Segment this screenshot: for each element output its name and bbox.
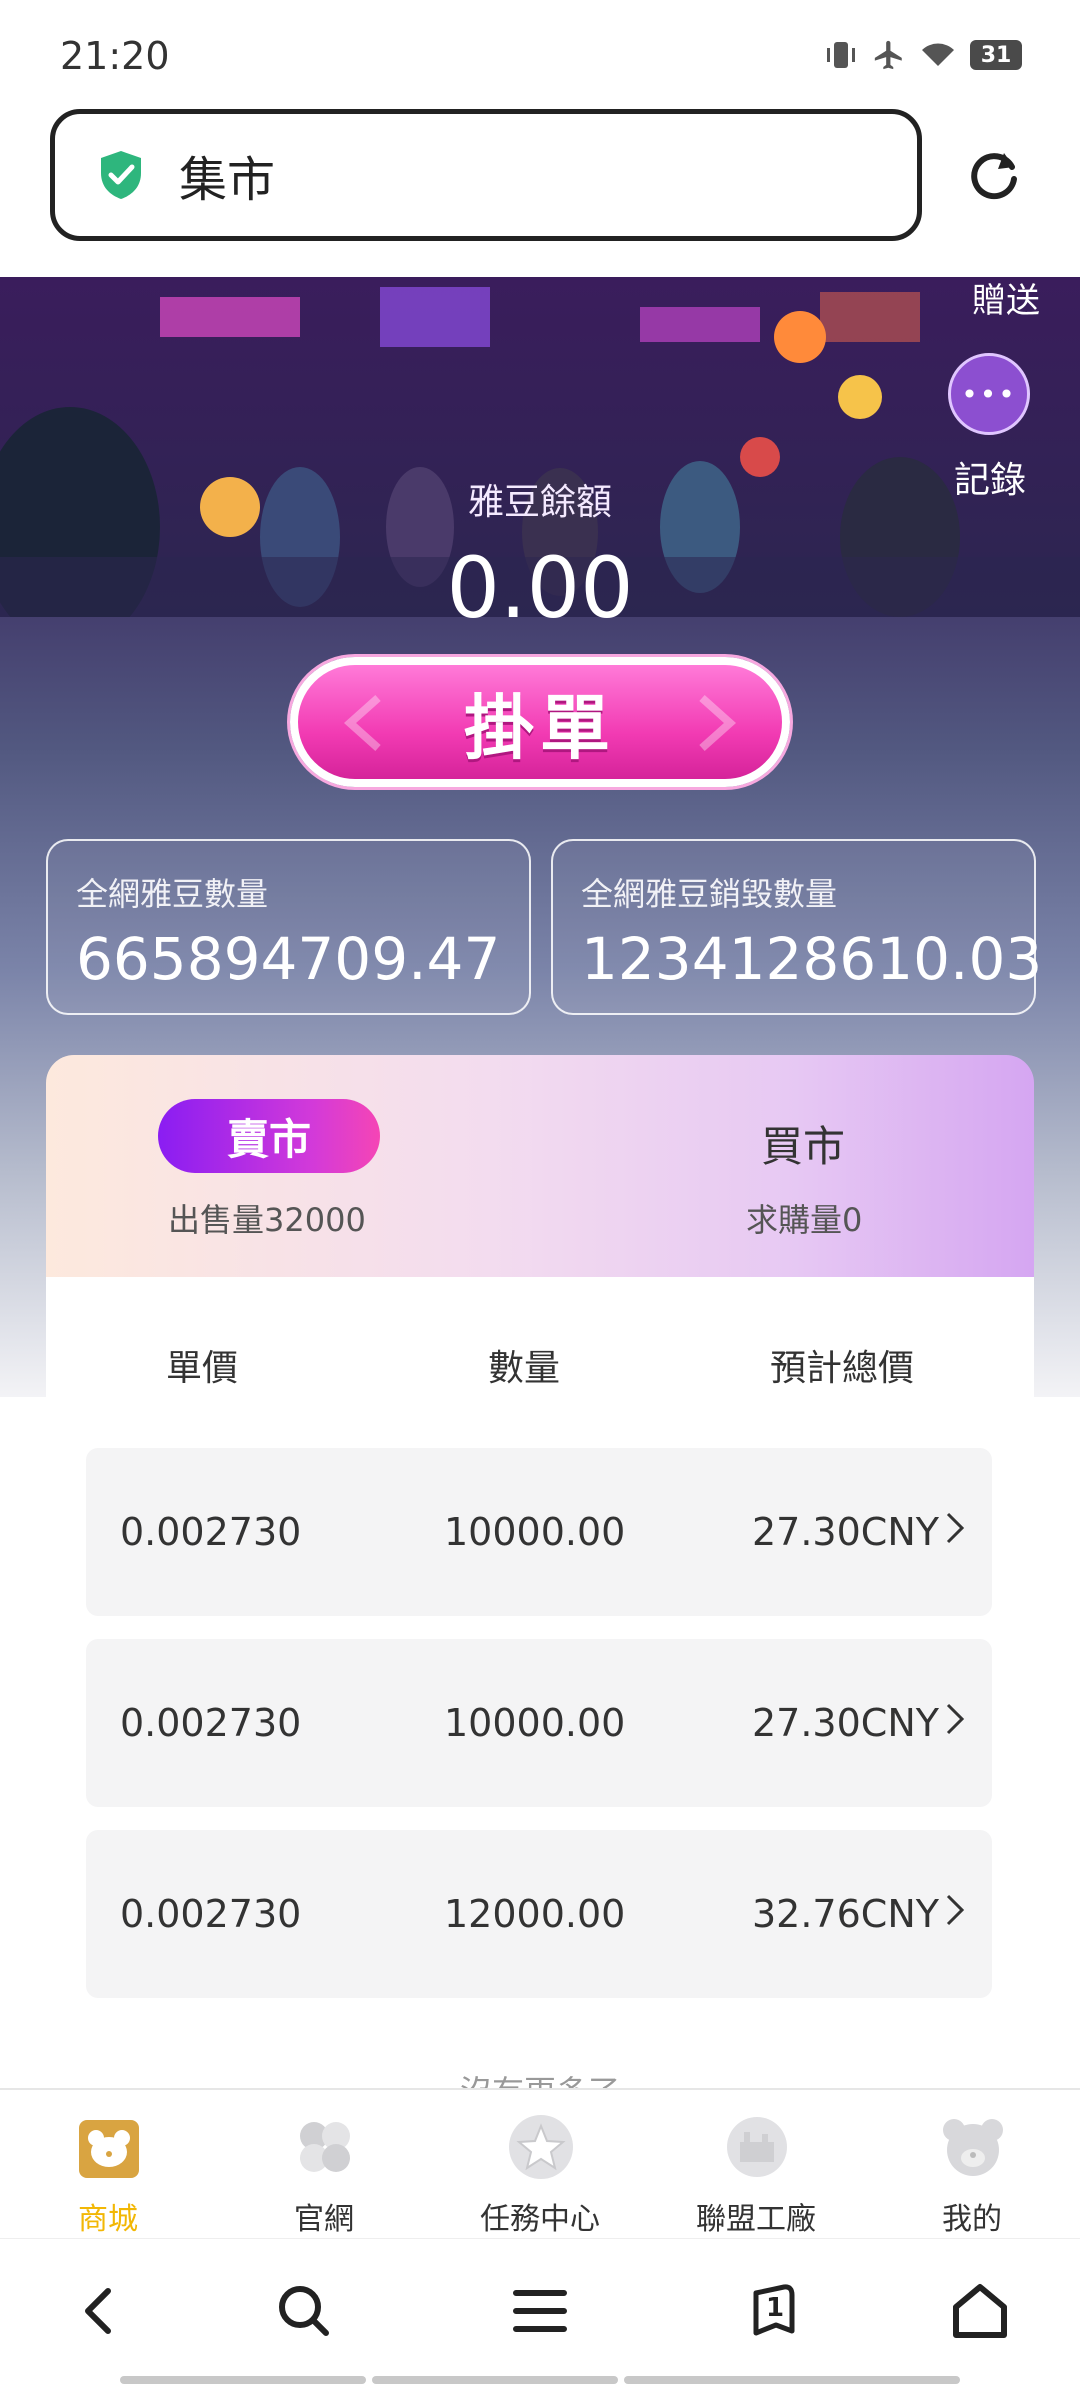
reload-icon[interactable] <box>964 145 1024 205</box>
tab-label: 聯盟工廠 <box>696 2202 816 2237</box>
sell-volume: 出售量32000 <box>168 1201 366 1239</box>
chevron-right-decor-icon <box>699 695 737 751</box>
balance-label: 雅豆餘額 <box>467 482 612 523</box>
gesture-bar <box>372 2376 618 2384</box>
tab-count: 1 <box>766 2293 785 2323</box>
tabs-button[interactable]: 1 <box>744 2279 808 2343</box>
bear-shop-icon <box>79 2120 139 2178</box>
clover-icon <box>300 2122 350 2172</box>
airplane-icon <box>874 40 902 70</box>
vibrate-icon <box>827 42 855 68</box>
app-tabbar: 商城 官網 任務中心 聯盟工廠 我的 <box>0 2088 1080 2238</box>
post-order-button[interactable]: 掛單 <box>290 657 790 787</box>
tab-label: 我的 <box>942 2202 1002 2237</box>
tab-label: 官網 <box>294 2202 354 2237</box>
gesture-bar <box>624 2376 960 2384</box>
gesture-bar <box>120 2376 366 2384</box>
order-row[interactable]: 0.002730 10000.00 27.30CNY <box>86 1639 992 1807</box>
factory-icon <box>727 2117 787 2177</box>
more-dots-icon: ••• <box>961 377 1017 411</box>
menu-icon[interactable] <box>508 2279 572 2343</box>
status-icons: 31 <box>824 38 1022 72</box>
tab-profile[interactable]: 我的 <box>864 2090 1080 2240</box>
market-tabs: 賣市 出售量32000 買市 求購量0 <box>46 1055 1034 1277</box>
tab-label: 任務中心 <box>480 2202 600 2237</box>
order-list: 單價 數量 預計總價 0.002730 10000.00 27.30CNY 0.… <box>46 1277 1034 2111</box>
browser-toolbar: 集市 <box>0 105 1080 277</box>
order-quantity: 10000.00 <box>444 1701 626 1745</box>
search-icon[interactable] <box>272 2279 336 2343</box>
order-quantity: 10000.00 <box>444 1510 626 1554</box>
address-title: 集市 <box>179 152 276 208</box>
star-icon <box>509 2115 573 2179</box>
balance-value: 0.00 <box>446 539 634 637</box>
chevron-right-icon <box>946 1703 965 1735</box>
bear-profile-icon <box>943 2119 1003 2176</box>
battery-icon: 31 <box>970 40 1022 70</box>
order-quantity: 12000.00 <box>444 1892 626 1936</box>
stat-value: 665894709.47 <box>76 925 501 993</box>
order-total: 27.30CNY <box>752 1510 939 1554</box>
chevron-right-icon <box>946 1512 965 1544</box>
order-price: 0.002730 <box>120 1701 302 1745</box>
stat-card-total: 全網雅豆數量 665894709.47 <box>46 839 531 1015</box>
column-header-price: 單價 <box>166 1348 239 1389</box>
status-time: 21:20 <box>60 34 170 78</box>
tab-task-center[interactable]: 任務中心 <box>432 2090 648 2240</box>
tab-label: 商城 <box>78 2202 138 2237</box>
chevron-right-icon <box>946 1894 965 1926</box>
home-icon[interactable] <box>948 2279 1012 2343</box>
address-bar[interactable]: 集市 <box>50 109 922 241</box>
status-bar: 21:20 31 <box>0 0 1080 105</box>
column-header-quantity: 數量 <box>488 1348 561 1389</box>
order-price: 0.002730 <box>120 1892 302 1936</box>
order-row[interactable]: 0.002730 10000.00 27.30CNY <box>86 1448 992 1616</box>
stat-card-destroyed: 全網雅豆銷毀數量 1234128610.03 <box>551 839 1042 1015</box>
record-button[interactable]: ••• <box>948 353 1030 435</box>
tab-official-site[interactable]: 官網 <box>216 2090 432 2240</box>
tab-alliance-factory[interactable]: 聯盟工廠 <box>648 2090 864 2240</box>
back-icon[interactable] <box>68 2279 132 2343</box>
chevron-left-decor-icon <box>343 695 381 751</box>
order-row[interactable]: 0.002730 12000.00 32.76CNY <box>86 1830 992 1998</box>
column-header-total: 預計總價 <box>770 1348 915 1389</box>
tab-shop[interactable]: 商城 <box>0 2090 216 2240</box>
stat-value: 1234128610.03 <box>581 925 1043 993</box>
order-total: 32.76CNY <box>752 1892 939 1936</box>
order-price: 0.002730 <box>120 1510 302 1554</box>
tab-buy-market[interactable]: 買市 <box>761 1113 845 1174</box>
buy-volume: 求購量0 <box>746 1201 863 1239</box>
browser-nav-bar: 1 <box>0 2238 1080 2388</box>
stat-label: 全網雅豆銷毀數量 <box>581 875 838 913</box>
gift-label[interactable]: 贈送 <box>972 277 1040 322</box>
stat-label: 全網雅豆數量 <box>76 875 269 913</box>
post-order-label: 掛單 <box>464 686 616 769</box>
wifi-icon <box>922 43 954 66</box>
shield-check-icon <box>101 151 141 199</box>
tab-sell-market[interactable]: 賣市 <box>158 1099 380 1173</box>
order-total: 27.30CNY <box>752 1701 939 1745</box>
